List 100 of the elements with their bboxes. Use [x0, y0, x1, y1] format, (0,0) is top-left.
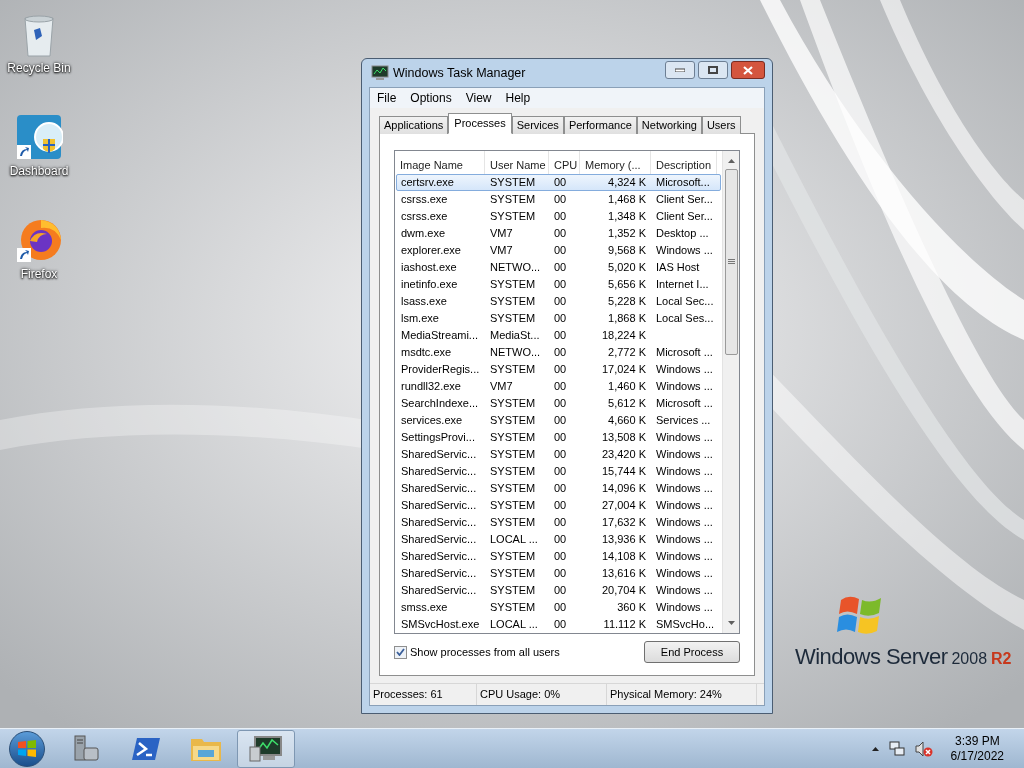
table-row[interactable]: iashost.exe NETWO... 00 5,020 K IAS Host — [396, 259, 721, 276]
table-row[interactable]: SharedServic... SYSTEM 00 13,616 K Windows ... — [396, 565, 721, 582]
table-row[interactable]: SharedServic... SYSTEM 00 17,632 K Windows ... — [396, 514, 721, 531]
table-cell-text: VM7 — [489, 243, 514, 259]
table-cell-text: 18,224 K — [600, 328, 647, 344]
table-cell-text: SYSTEM — [489, 600, 537, 616]
table-row[interactable]: SharedServic... SYSTEM 00 27,004 K Windows ... — [396, 497, 721, 514]
table-row[interactable]: csrss.exe SYSTEM 00 1,468 K Client Ser... — [396, 191, 721, 208]
table-row[interactable]: csrss.exe SYSTEM 00 1,348 K Client Ser... — [396, 208, 721, 225]
table-row[interactable]: certsrv.exe SYSTEM 00 4,324 K Microsoft... — [396, 174, 721, 191]
table-cell-text: inetinfo.exe — [400, 277, 459, 293]
table-row[interactable]: services.exe SYSTEM 00 4,660 K Services ... — [396, 412, 721, 429]
table-cell-text: 00 — [553, 226, 568, 242]
table-cell-text: ProviderRegis... — [400, 362, 481, 378]
menu-item[interactable]: View — [458, 89, 499, 107]
table-row[interactable]: inetinfo.exe SYSTEM 00 5,656 K Internet I... — [396, 276, 721, 293]
table-cell-text: 17,632 K — [600, 515, 647, 531]
branding-version: 2008 — [951, 649, 988, 669]
branding-edition: R2 — [991, 649, 1012, 669]
table-cell-text: Windows ... — [655, 447, 714, 463]
table-cell-text: NETWO... — [489, 260, 542, 276]
table-row[interactable]: smss.exe SYSTEM 00 360 K Windows ... — [396, 599, 721, 616]
table-cell-text: 1,348 K — [607, 209, 647, 225]
table-cell-text: 17,024 K — [600, 362, 647, 378]
table-cell-text: SYSTEM — [489, 277, 537, 293]
table-cell-text: NETWO... — [489, 345, 542, 361]
table-cell-text: 9,568 K — [607, 243, 647, 259]
table-cell-text: SharedServic... — [400, 566, 478, 582]
table-cell-text: rundll32.exe — [400, 379, 462, 395]
table-row[interactable]: dwm.exe VM7 00 1,352 K Desktop ... — [396, 225, 721, 242]
icon-label[interactable]: Firefox — [20, 265, 58, 283]
table-row[interactable]: explorer.exe VM7 00 9,568 K Windows ... — [396, 242, 721, 259]
table-cell-text: 1,468 K — [607, 192, 647, 208]
table-cell-text: SYSTEM — [489, 396, 537, 412]
table-cell-text: 15,744 K — [600, 464, 647, 480]
table-cell-text: SYSTEM — [489, 175, 537, 191]
table-cell-text: 00 — [553, 430, 568, 446]
table-cell-text: 00 — [553, 498, 568, 514]
table-row[interactable]: SettingsProvi... SYSTEM 00 13,508 K Windows ... — [396, 429, 721, 446]
table-cell-text: Windows ... — [655, 430, 714, 446]
tab[interactable]: Services — [511, 116, 564, 134]
table-row[interactable]: SharedServic... SYSTEM 00 20,704 K Windows ... — [396, 582, 721, 599]
end-process-button[interactable]: End Process — [644, 641, 740, 663]
table-row[interactable]: msdtc.exe NETWO... 00 2,772 K Microsoft ... — [396, 344, 721, 361]
table-cell-text: Microsoft ... — [655, 345, 714, 361]
tab[interactable]: Processes — [448, 113, 512, 134]
table-row[interactable]: ProviderRegis... SYSTEM 00 17,024 K Windows ... — [396, 361, 721, 378]
table-cell-text: 2,772 K — [607, 345, 647, 361]
menu-item[interactable]: File — [370, 89, 404, 107]
table-cell-text: 1,868 K — [607, 311, 647, 327]
table-cell-text: Windows ... — [655, 481, 714, 497]
table-cell-text: 5,020 K — [607, 260, 647, 276]
table-cell-text: 00 — [553, 345, 568, 361]
table-row[interactable]: lsass.exe SYSTEM 00 5,228 K Local Sec... — [396, 293, 721, 310]
clock-date[interactable]: 6/17/2022 — [950, 748, 1004, 764]
table-cell-text: 00 — [553, 617, 568, 633]
table-cell-text: 00 — [553, 209, 568, 225]
table-cell-text: 4,660 K — [607, 413, 647, 429]
table-cell-text: 00 — [553, 515, 568, 531]
table-row[interactable]: lsm.exe SYSTEM 00 1,868 K Local Ses... — [396, 310, 721, 327]
table-cell-text: 1,460 K — [607, 379, 647, 395]
table-cell-text: Local Ses... — [655, 311, 715, 327]
table-cell-text: 00 — [553, 277, 568, 293]
table-cell-text: 00 — [553, 532, 568, 548]
tab[interactable]: Performance — [563, 116, 637, 134]
table-cell-text: SharedServic... — [400, 515, 478, 531]
table-cell-text: 00 — [553, 447, 568, 463]
table-row[interactable]: SMSvcHost.exe LOCAL ... 00 11.112 K SMSvcHo... — [396, 616, 721, 633]
table-cell-text: 00 — [553, 566, 568, 582]
table-row[interactable]: SearchIndexe... SYSTEM 00 5,612 K Microsoft ... — [396, 395, 721, 412]
table-cell-text: Services ... — [655, 413, 712, 429]
menu-item[interactable]: Help — [498, 89, 538, 107]
table-row[interactable]: SharedServic... SYSTEM 00 23,420 K Windows ... — [396, 446, 721, 463]
table-cell-text: 00 — [553, 481, 568, 497]
table-cell-text: 1,352 K — [607, 226, 647, 242]
menu-item[interactable]: Options — [403, 89, 459, 107]
table-cell-text: 5,228 K — [607, 294, 647, 310]
table-cell-text: Windows ... — [655, 549, 714, 565]
table-cell-text: MediaStreami... — [400, 328, 480, 344]
table-cell-text: iashost.exe — [400, 260, 458, 276]
table-cell-text: 14,108 K — [600, 549, 647, 565]
table-cell-text: msdtc.exe — [400, 345, 453, 361]
tab[interactable]: Networking — [636, 116, 702, 134]
table-cell-text: SYSTEM — [489, 413, 537, 429]
tab[interactable]: Users — [701, 116, 741, 134]
table-row[interactable]: rundll32.exe VM7 00 1,460 K Windows ... — [396, 378, 721, 395]
tab[interactable]: Applications — [379, 116, 449, 134]
table-row[interactable]: SharedServic... LOCAL ... 00 13,936 K Windows ... — [396, 531, 721, 548]
table-row[interactable]: SharedServic... SYSTEM 00 14,096 K Windows ... — [396, 480, 721, 497]
clock-time[interactable]: 3:39 PM — [954, 733, 1000, 749]
table-cell-text: Windows ... — [655, 600, 714, 616]
table-row[interactable]: SharedServic... SYSTEM 00 14,108 K Windows ... — [396, 548, 721, 565]
table-cell-text: SYSTEM — [489, 192, 537, 208]
status-text: CPU Usage: 0% — [477, 684, 607, 705]
table-cell-text: csrss.exe — [400, 192, 449, 208]
table-cell-text: Windows ... — [655, 498, 714, 514]
table-row[interactable]: SharedServic... SYSTEM 00 15,744 K Windows ... — [396, 463, 721, 480]
status-text: Processes: 61 — [370, 684, 477, 705]
table-row[interactable]: MediaStreami... MediaSt... 00 18,224 K — [396, 327, 721, 344]
table-cell-text: SettingsProvi... — [400, 430, 476, 446]
